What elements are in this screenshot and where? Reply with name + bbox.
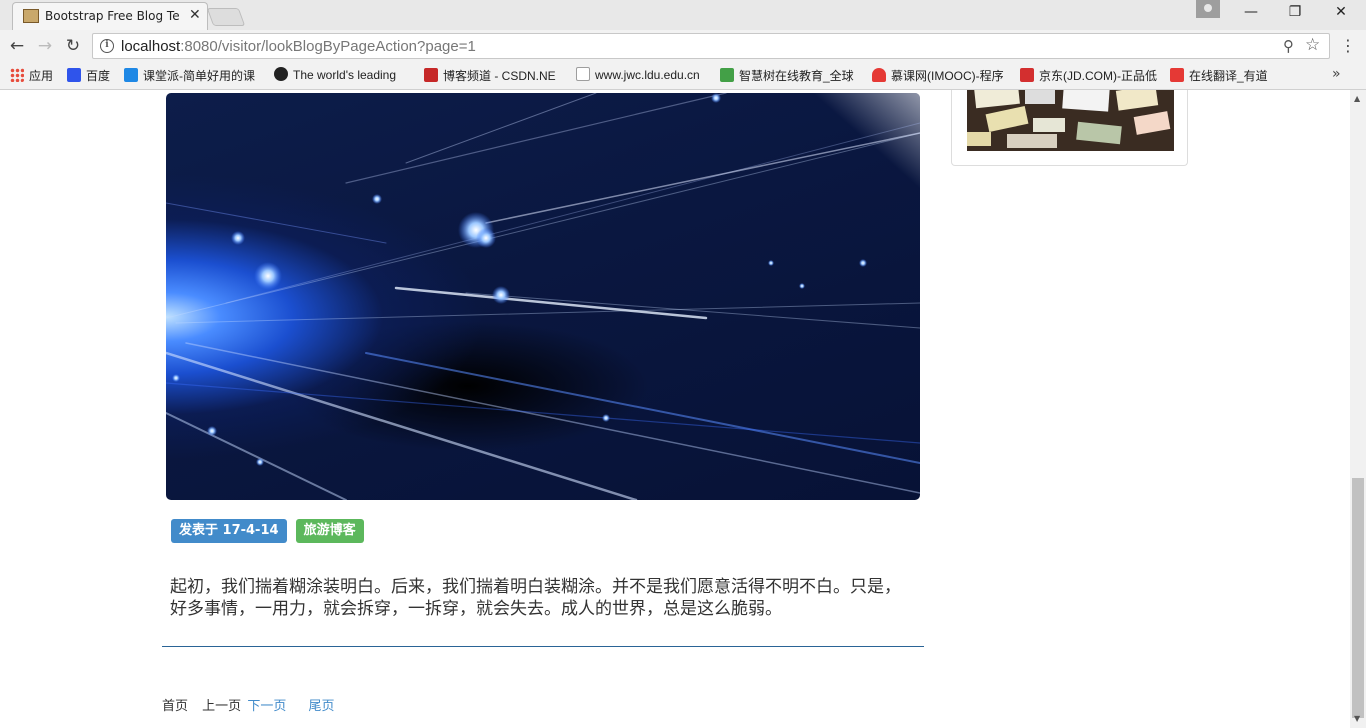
csdn-icon xyxy=(424,68,438,82)
zhihuishu-icon xyxy=(720,68,734,82)
more-bookmarks-icon[interactable]: » xyxy=(1332,66,1341,82)
ketangpai-icon xyxy=(124,68,138,82)
profile-icon[interactable] xyxy=(1196,0,1220,18)
youdao-icon xyxy=(1170,68,1184,82)
page-icon xyxy=(576,67,590,81)
reload-icon[interactable]: ↻ xyxy=(62,35,84,57)
forward-icon[interactable]: → xyxy=(34,35,56,57)
page-favicon-icon xyxy=(23,9,39,23)
date-badge: 发表于 17-4-14 xyxy=(171,519,287,543)
url-host: localhost xyxy=(121,38,181,55)
sidebar-card xyxy=(951,90,1188,166)
tab-strip: Bootstrap Free Blog Te ✕ — ❐ ✕ xyxy=(0,0,1366,30)
bookmark-star-icon[interactable]: ☆ xyxy=(1305,35,1320,55)
new-tab-button[interactable] xyxy=(206,8,246,26)
page-scrollbar[interactable]: ▲ ▼ xyxy=(1350,90,1366,728)
tab-close-icon[interactable]: ✕ xyxy=(189,7,201,23)
site-info-icon[interactable]: i xyxy=(100,39,114,53)
url-path: :8080/visitor/lookBlogByPageAction?page=… xyxy=(180,38,476,55)
bookmark-zhihuishu[interactable]: 智慧树在线教育_全球 xyxy=(720,67,860,85)
bookmark-jd[interactable]: 京东(JD.COM)-正品低 xyxy=(1020,67,1158,85)
sidebar-image[interactable] xyxy=(967,90,1174,151)
bookmark-csdn[interactable]: 博客频道 - CSDN.NE xyxy=(424,67,562,85)
bookmarks-bar: 应用 百度 课堂派-简单好用的课 The world's leading 博客频… xyxy=(0,62,1366,90)
pager-last[interactable]: 尾页 xyxy=(308,699,334,714)
page-content: 发表于 17-4-14 旅游博客 起初，我们揣着糊涂装明白。后来，我们揣着明白装… xyxy=(0,90,1350,728)
bookmark-imooc[interactable]: 慕课网(IMOOC)-程序 xyxy=(872,67,1008,85)
bookmark-jwc[interactable]: www.jwc.ldu.edu.cn xyxy=(576,67,710,85)
pager-next[interactable]: 下一页 xyxy=(247,699,286,714)
back-icon[interactable]: ← xyxy=(6,35,28,57)
minimize-button[interactable]: — xyxy=(1236,4,1266,24)
apps-icon xyxy=(10,68,24,82)
baidu-icon xyxy=(67,68,81,82)
post-meta: 发表于 17-4-14 旅游博客 xyxy=(171,519,368,543)
scrollbar-thumb[interactable] xyxy=(1352,478,1364,718)
browser-tab[interactable]: Bootstrap Free Blog Te ✕ xyxy=(12,2,208,30)
bookmark-github[interactable]: The world's leading xyxy=(274,67,408,85)
search-icon[interactable]: ⚲ xyxy=(1283,37,1294,55)
browser-menu-icon[interactable]: ⋮ xyxy=(1340,36,1356,55)
github-icon xyxy=(274,67,288,81)
url-text[interactable]: localhost:8080/visitor/lookBlogByPageAct… xyxy=(121,38,476,55)
post-cover-image[interactable] xyxy=(166,93,920,500)
scroll-down-icon[interactable]: ▼ xyxy=(1354,714,1360,723)
window-close-button[interactable]: ✕ xyxy=(1326,4,1356,24)
post-excerpt: 起初，我们揣着糊涂装明白。后来，我们揣着明白装糊涂。并不是我们愿意活得不明不白。… xyxy=(170,577,901,619)
bookmark-ketangpai[interactable]: 课堂派-简单好用的课 xyxy=(124,67,260,85)
jd-icon xyxy=(1020,68,1034,82)
tab-title: Bootstrap Free Blog Te xyxy=(45,9,180,23)
bookmark-apps[interactable]: 应用 xyxy=(10,67,60,85)
pager-first: 首页 xyxy=(162,699,189,714)
category-badge[interactable]: 旅游博客 xyxy=(295,519,364,543)
bookmark-baidu[interactable]: 百度 xyxy=(67,67,117,85)
pagination: 首页 上一页 下一页 尾页 xyxy=(162,695,344,714)
scroll-up-icon[interactable]: ▲ xyxy=(1354,94,1360,103)
address-bar[interactable]: i localhost:8080/visitor/lookBlogByPageA… xyxy=(92,33,1330,59)
imooc-icon xyxy=(872,68,886,82)
post-divider xyxy=(162,646,924,647)
browser-toolbar: ← → ↻ i localhost:8080/visitor/lookBlogB… xyxy=(0,30,1366,62)
bookmark-youdao[interactable]: 在线翻译_有道 xyxy=(1170,67,1280,85)
restore-button[interactable]: ❐ xyxy=(1280,4,1310,24)
pager-prev: 上一页 xyxy=(202,699,242,714)
